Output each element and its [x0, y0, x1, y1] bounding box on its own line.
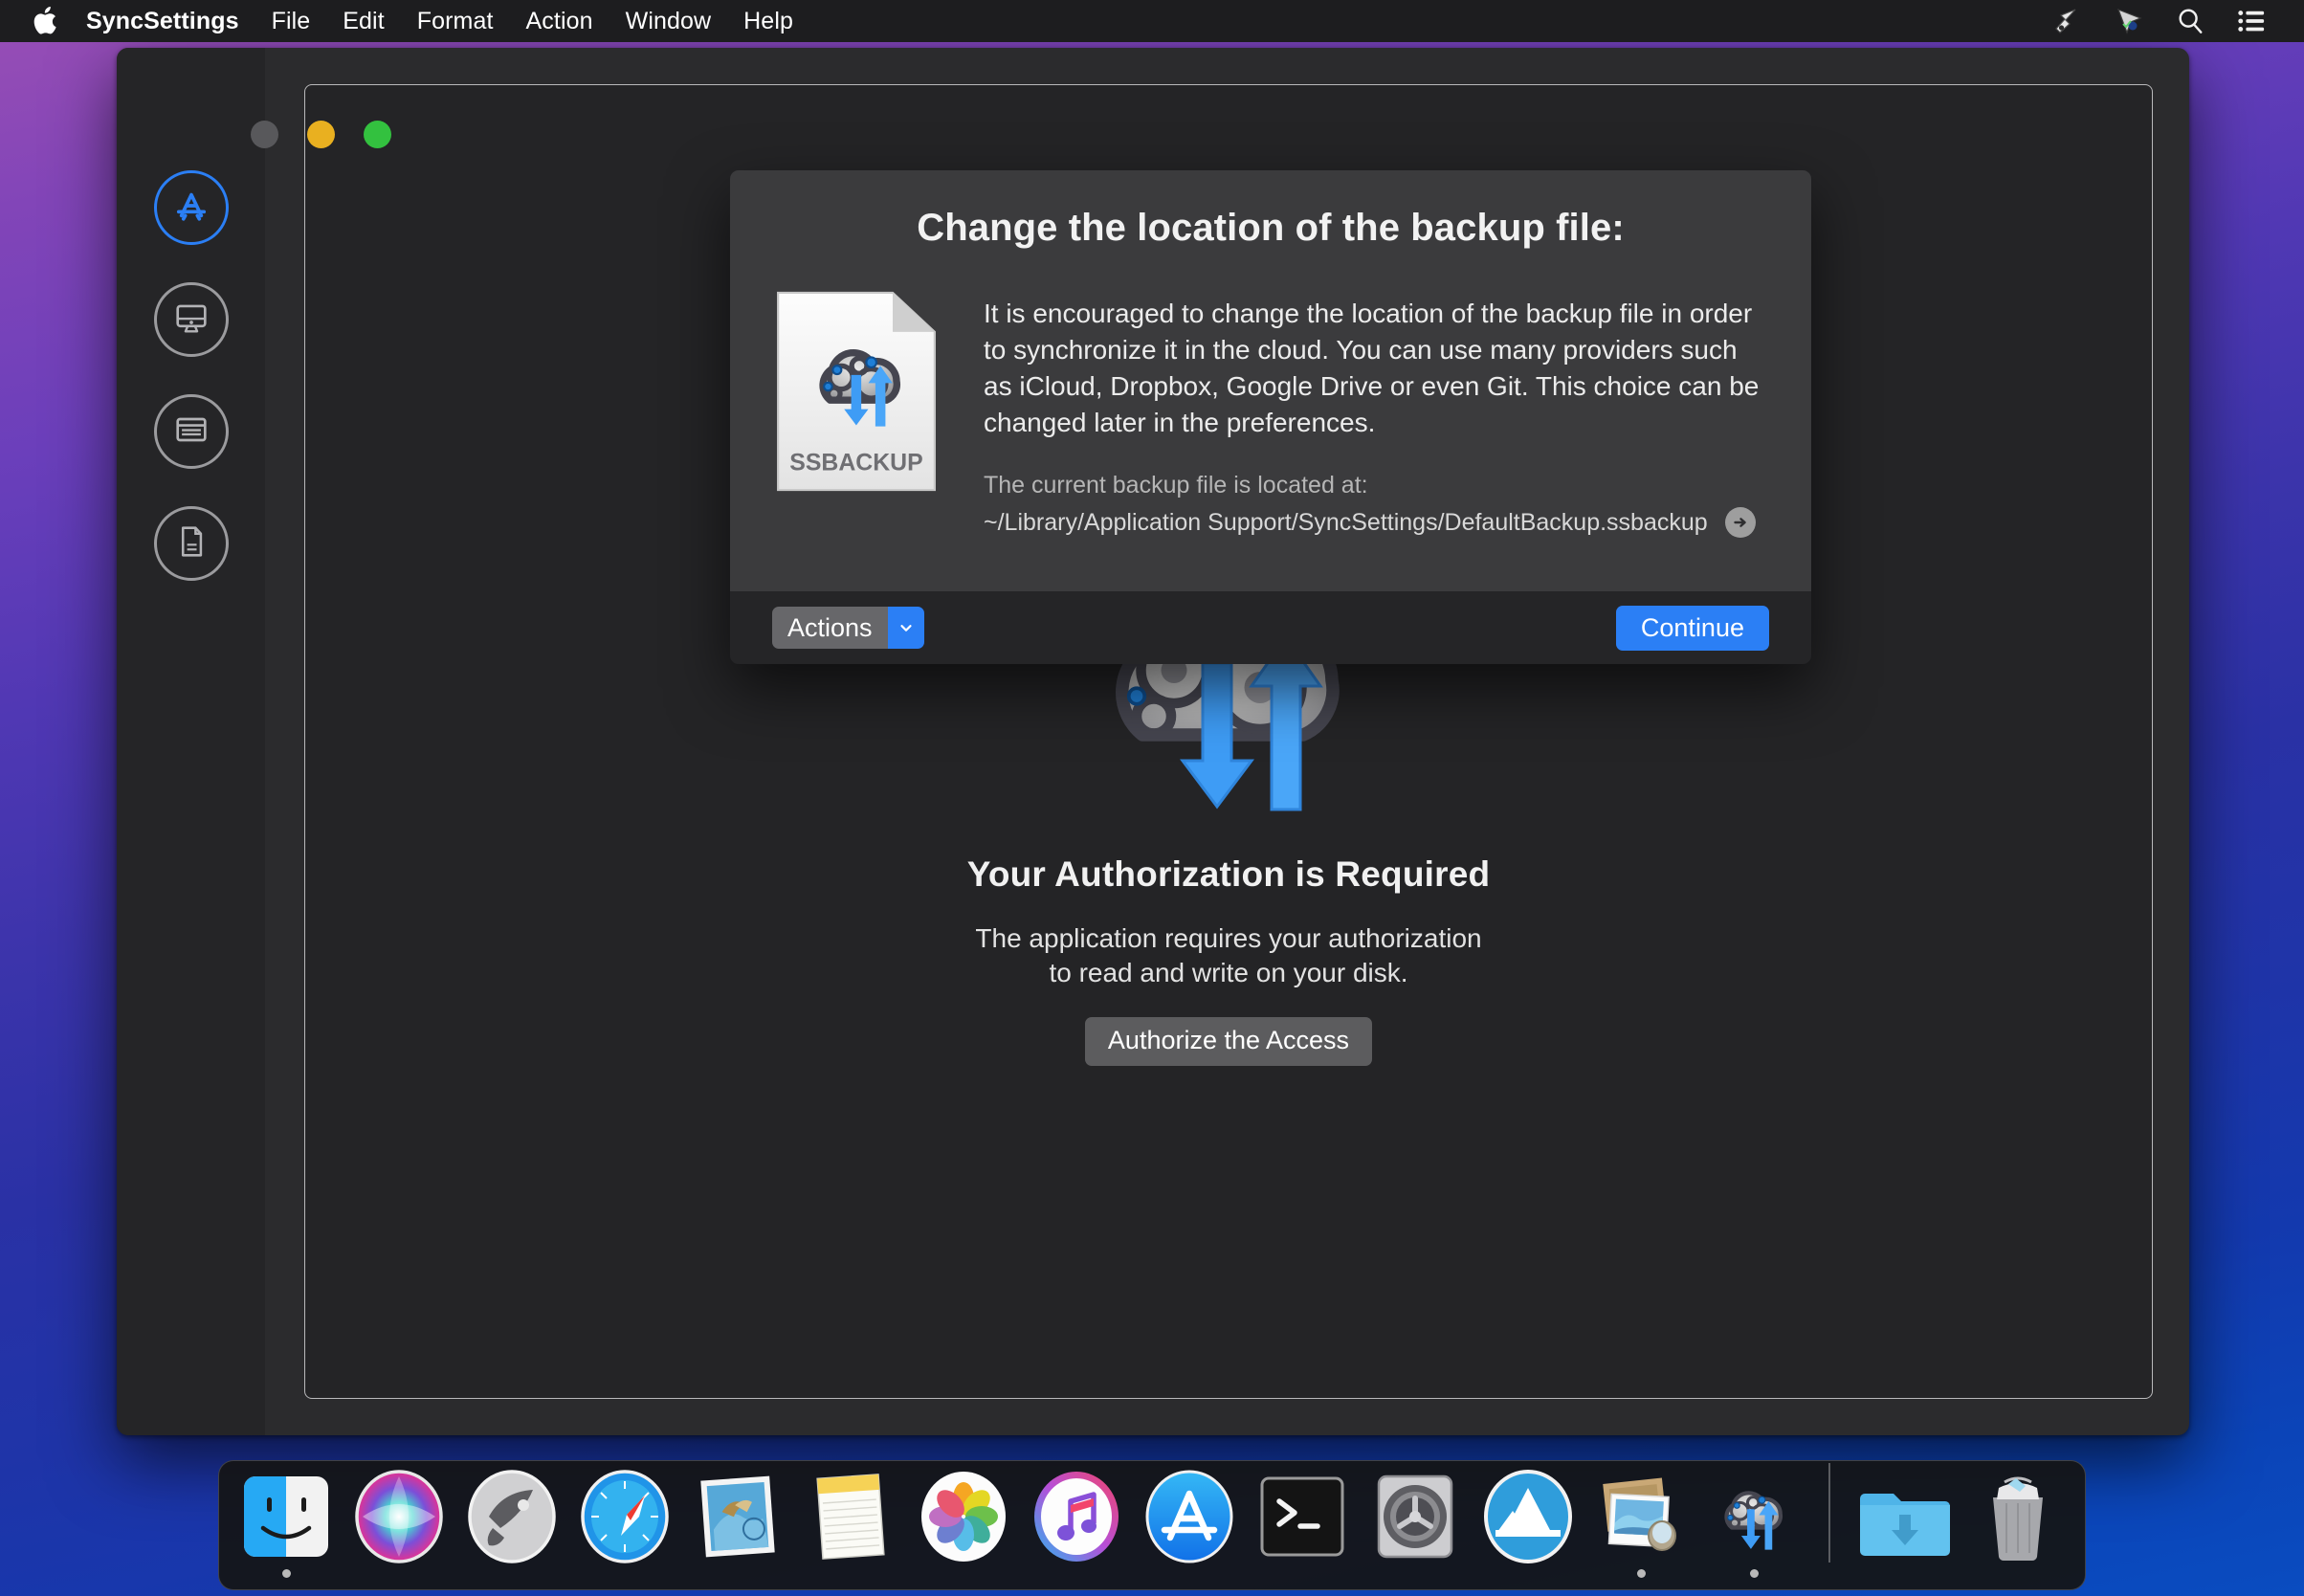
- menu-item-edit[interactable]: Edit: [326, 0, 400, 42]
- dock-item-finder[interactable]: [236, 1461, 336, 1578]
- dock-item-siri[interactable]: [349, 1461, 449, 1578]
- authorization-title: Your Authorization is Required: [966, 854, 1491, 894]
- authorization-description-line1: The application requires your authorizat…: [975, 923, 1482, 953]
- dock: [218, 1460, 2086, 1590]
- blue-mountain-icon: [1484, 1470, 1572, 1563]
- dock-item-app-store[interactable]: [1140, 1461, 1239, 1578]
- launchpad-rocket-icon: [468, 1470, 556, 1563]
- dock-item-syncsettings[interactable]: [1704, 1461, 1804, 1578]
- safari-compass-icon: [581, 1470, 669, 1563]
- sidebar-item-windows[interactable]: [153, 394, 229, 469]
- preview-photos-icon: [1603, 1477, 1676, 1551]
- app-store-icon: [1145, 1470, 1233, 1563]
- sidebar-item-display[interactable]: [153, 282, 229, 357]
- notes-pad-icon: [816, 1474, 885, 1560]
- menu-item-window[interactable]: Window: [609, 0, 728, 42]
- sidebar: [117, 48, 265, 1435]
- syncsettings-window: Your Authorization is Required The appli…: [117, 48, 2189, 1435]
- menu-item-syncsettings[interactable]: SyncSettings: [82, 0, 255, 42]
- menu-item-help[interactable]: Help: [727, 0, 809, 42]
- sheet-located-label: The current backup file is located at:: [984, 472, 1368, 499]
- authorization-description-line2: to read and write on your disk.: [1049, 958, 1408, 988]
- sheet-paragraph: It is encouraged to change the location …: [984, 299, 1760, 438]
- dock-item-itunes[interactable]: [1027, 1461, 1126, 1578]
- dock-running-indicator: [1749, 1569, 1759, 1578]
- window-traffic-lights: [251, 121, 391, 148]
- document-icon: [170, 521, 212, 567]
- sync-cloud-gears-icon: [1724, 1491, 1783, 1550]
- menu-item-action[interactable]: Action: [510, 0, 609, 42]
- cursor-arrow-icon[interactable]: [2051, 5, 2084, 37]
- dock-item-launchpad[interactable]: [462, 1461, 562, 1578]
- menu-item-file[interactable]: File: [255, 0, 327, 42]
- ssbackup-label: SSBACKUP: [789, 451, 922, 477]
- sheet-body: Change the location of the backup file:: [730, 170, 1811, 591]
- app-store-icon: [169, 184, 213, 233]
- dock-item-mail[interactable]: [688, 1461, 787, 1578]
- authorize-access-button[interactable]: Authorize the Access: [1084, 1016, 1373, 1066]
- terminal-prompt-icon: [1260, 1476, 1344, 1557]
- trash-icon: [1993, 1476, 2043, 1562]
- continue-button[interactable]: Continue: [1615, 605, 1769, 651]
- sidebar-item-apps[interactable]: [153, 170, 229, 245]
- window-zoom-button[interactable]: [364, 121, 391, 148]
- change-backup-location-sheet: Change the location of the backup file:: [730, 170, 1811, 664]
- ssbackup-file-icon: SSBACKUP: [772, 290, 941, 538]
- dock-item-xcode-mountain[interactable]: [1478, 1461, 1578, 1578]
- window-panel-icon: [170, 409, 212, 455]
- menu-item-format[interactable]: Format: [401, 0, 510, 42]
- dock-item-terminal[interactable]: [1252, 1461, 1352, 1578]
- window-minimize-button[interactable]: [307, 121, 335, 148]
- arrow-right-circle-icon[interactable]: [1724, 507, 1756, 539]
- dock-item-safari[interactable]: [575, 1461, 675, 1578]
- chevron-down-icon: [887, 607, 924, 649]
- apple-logo-icon[interactable]: [33, 7, 59, 35]
- dock-separator: [1828, 1463, 1830, 1563]
- photos-pinwheel-icon: [921, 1472, 1006, 1562]
- authorization-description: The application requires your authorizat…: [975, 921, 1481, 991]
- actions-popup-button[interactable]: Actions: [772, 607, 924, 649]
- sheet-backup-path: ~/Library/Application Support/SyncSettin…: [984, 508, 1708, 536]
- downloads-folder-icon: [1860, 1494, 1950, 1556]
- sidebar-item-documents[interactable]: [153, 506, 229, 581]
- mail-stamp-icon: [700, 1475, 775, 1558]
- sheet-title: Change the location of the backup file:: [917, 207, 1625, 249]
- dock-item-preview[interactable]: [1591, 1461, 1691, 1578]
- dock-item-notes[interactable]: [801, 1461, 900, 1578]
- search-icon[interactable]: [2174, 5, 2206, 37]
- menu-bar: SyncSettings File Edit Format Action Win…: [0, 0, 2304, 42]
- dock-running-indicator: [281, 1569, 291, 1578]
- dock-running-indicator: [1636, 1569, 1646, 1578]
- dock-item-downloads[interactable]: [1855, 1461, 1955, 1578]
- control-center-list-icon[interactable]: [2235, 5, 2268, 37]
- finder-icon: [244, 1476, 328, 1557]
- siri-icon: [355, 1470, 443, 1563]
- monitor-icon: [170, 297, 212, 344]
- itunes-note-icon: [1034, 1472, 1119, 1562]
- actions-button-label: Actions: [772, 607, 888, 649]
- dock-item-system-preferences[interactable]: [1365, 1461, 1465, 1578]
- window-close-button[interactable]: [251, 121, 278, 148]
- dock-item-photos[interactable]: [914, 1461, 1013, 1578]
- sheet-footer: Actions Continue: [730, 591, 1811, 664]
- cursor-arrow-badge-icon[interactable]: [2113, 5, 2145, 37]
- system-preferences-gear-icon: [1377, 1474, 1453, 1559]
- dock-item-trash[interactable]: [1968, 1461, 2068, 1578]
- menu-bar-status-area: [2051, 5, 2289, 37]
